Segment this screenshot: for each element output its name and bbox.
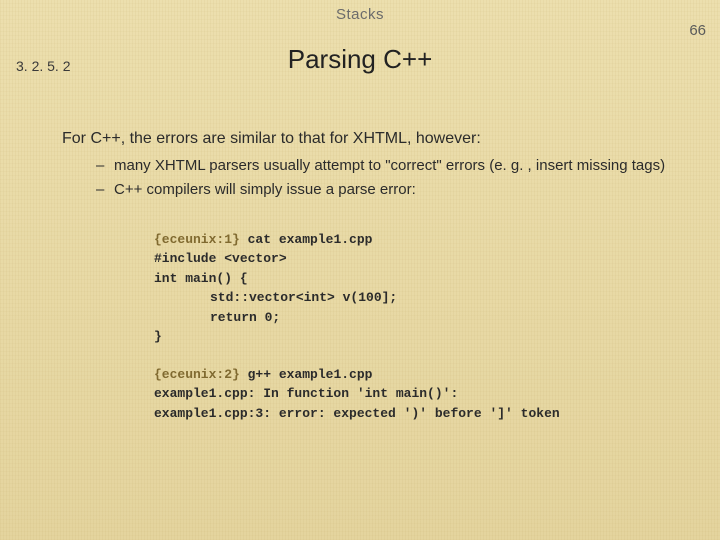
header-label: Stacks — [0, 6, 720, 23]
shell-prompt: {eceunix:2} — [154, 367, 240, 382]
code-block: {eceunix:1} cat example1.cpp #include <v… — [154, 210, 680, 443]
intro-text: For C++, the errors are similar to that … — [62, 128, 680, 150]
slide-body: For C++, the errors are similar to that … — [62, 128, 680, 443]
code-line: int main() { — [154, 271, 248, 286]
output-line: example1.cpp:3: error: expected ')' befo… — [154, 406, 560, 421]
shell-command: g++ example1.cpp — [240, 367, 373, 382]
slide-title: Parsing C++ — [0, 44, 720, 75]
shell-prompt: {eceunix:1} — [154, 232, 240, 247]
output-line: example1.cpp: In function 'int main()': — [154, 386, 458, 401]
code-line: std::vector<int> v(100]; — [154, 288, 397, 308]
bullet-list: many XHTML parsers usually attempt to "c… — [96, 156, 680, 201]
code-line: return 0; — [154, 308, 280, 328]
list-item: many XHTML parsers usually attempt to "c… — [96, 156, 680, 176]
code-line: #include <vector> — [154, 251, 287, 266]
code-line: } — [154, 329, 162, 344]
page-number: 66 — [689, 22, 706, 39]
shell-command: cat example1.cpp — [240, 232, 373, 247]
list-item: C++ compilers will simply issue a parse … — [96, 180, 680, 200]
